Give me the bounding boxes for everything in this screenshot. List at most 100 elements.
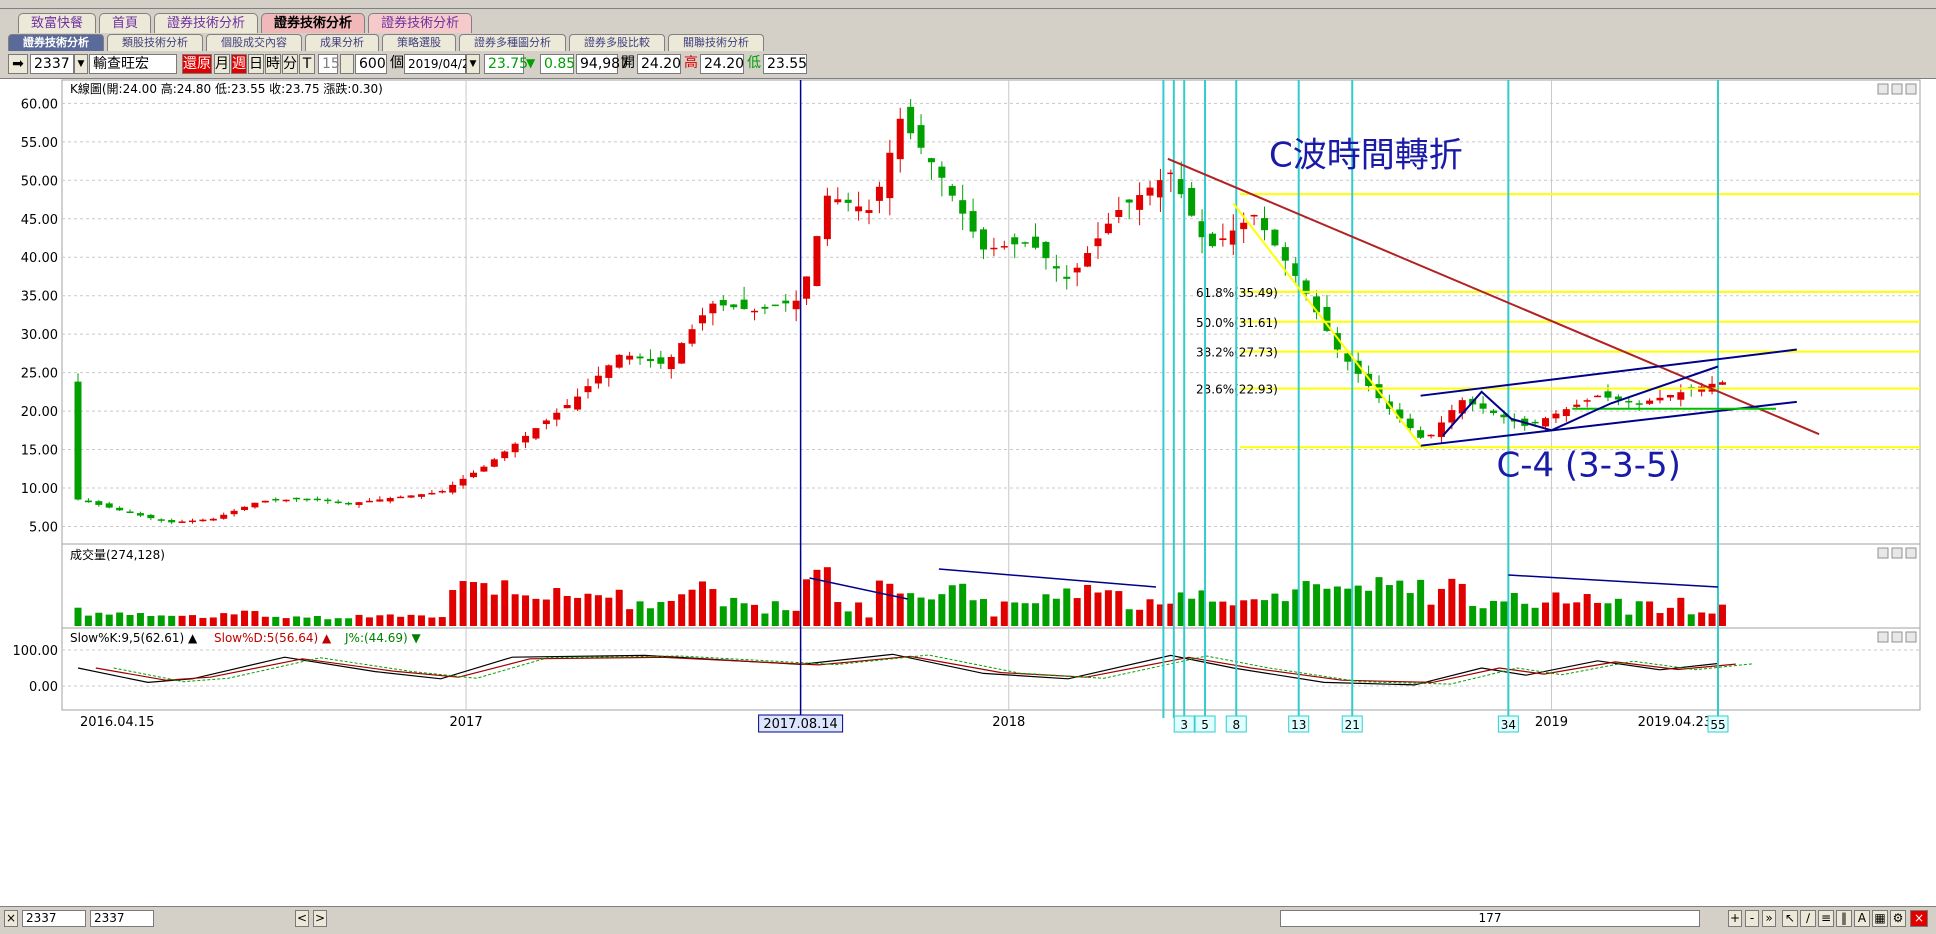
stock-chart[interactable]: 5.0010.0015.0020.0025.0030.0035.0040.004… [0,78,1936,906]
candle-down [334,501,342,504]
period-minute-button[interactable]: 分 [282,54,298,74]
volume-bar [1333,586,1341,626]
count-field[interactable]: 600 [355,54,387,74]
arrow-right-icon[interactable]: ➡ [8,54,28,74]
panel-3-minimize-icon [1877,631,1889,643]
annotation-2: C-4 (3-3-5) [1496,445,1680,485]
volume-bar [1271,593,1279,626]
volume-bar [1531,607,1539,626]
candle-up [615,354,623,368]
candle-down [293,497,301,500]
volume-bar [230,614,238,626]
date-select[interactable]: 2019/04/23 [404,54,477,74]
sub-tab-4[interactable]: 成果分析 [305,34,379,51]
volume-bar [1687,614,1695,626]
window-top-strip [0,0,1936,9]
date-dropdown-icon[interactable]: ▼ [466,54,480,74]
candle-up [386,498,394,502]
scroll-left-icon[interactable]: < [295,910,309,927]
sub-tab-7[interactable]: 證券多股比較 [569,34,665,51]
sub-tab-1[interactable]: 證券技術分析 [8,34,104,51]
sub-tab-6[interactable]: 證券多種圖分析 [459,34,566,51]
candle-down [95,501,103,505]
scroll-right-icon[interactable]: > [313,910,327,927]
sub-tab-3[interactable]: 個股成交內容 [206,34,302,51]
zoom-out-icon[interactable]: - [1745,910,1759,927]
volume-bar [168,615,176,626]
fib-tool-icon[interactable]: ≡ [1818,910,1834,927]
period-month-button[interactable]: 月 [214,54,230,74]
volume-bar [490,594,498,626]
volume-bar [1521,603,1529,626]
volume-bar [116,612,124,626]
volume-bar [1510,593,1518,626]
candle-down [1635,403,1643,405]
chevron-down-icon[interactable]: ▼ [74,54,88,74]
volume-bar [1437,588,1445,626]
interval-field[interactable]: 15 [318,54,340,74]
candle-up [459,478,467,486]
chart-area[interactable]: 5.00 10.00 15.00 20.00 25.00 30.00 35.00 40.00 4… [0,78,1936,906]
main-tab-4[interactable]: 證券技術分析 [261,13,366,33]
candle-down [147,514,155,519]
volume-bar [542,599,550,626]
period-hour-button[interactable]: 時 [265,54,281,74]
candle-up [709,303,717,314]
pointer-tool-icon[interactable]: ↖ [1782,910,1798,927]
volume-bar [251,611,259,626]
volume-bar [1000,601,1008,626]
main-tab-3[interactable]: 證券技術分析 [154,13,259,33]
volume-bar [95,612,103,626]
volume-bar [1500,601,1508,626]
candle-up [1136,195,1144,210]
candle-down [657,357,665,364]
volume-bar [574,597,582,626]
period-week-button[interactable]: 週 [231,54,247,74]
sub-tab-2[interactable]: 類股技術分析 [107,34,203,51]
volume-bar [1313,584,1321,626]
volume-bar [1063,588,1071,626]
volume-bar [1583,594,1591,626]
nav-right-icon[interactable]: » [1762,910,1776,927]
sub-tab-5[interactable]: 策略選股 [382,34,456,51]
volume-bar [365,617,373,626]
line-tool-icon[interactable]: ∕ [1800,910,1816,927]
settings-tool-icon[interactable]: ⚙ [1890,910,1906,927]
candle-up [1000,246,1008,248]
annotation-1: C波時間轉折 [1269,135,1463,175]
volume-bar [594,595,602,626]
text-tool-icon[interactable]: A [1854,910,1870,927]
clear-tool-icon[interactable]: × [1910,910,1928,927]
main-tab-1[interactable]: 致富快餐 [18,13,97,33]
zoom-in-icon[interactable]: + [1728,910,1742,927]
volume-bar [730,597,738,626]
close-small-icon[interactable]: × [4,910,18,927]
t-button[interactable]: T [299,54,315,74]
volume-bar [241,610,249,626]
channel-tool-icon[interactable]: ‖ [1836,910,1852,927]
candle-up [397,496,405,499]
volume-bar [834,602,842,626]
candle-down [116,507,124,511]
sub-tab-8[interactable]: 關聯技術分析 [668,34,764,51]
main-tab-2[interactable]: 首頁 [99,13,152,33]
volume-bar [1489,600,1497,626]
volume-bar [1666,607,1674,626]
main-tab-5[interactable]: 證券技術分析 [368,13,473,33]
last-price: 23.75 [484,54,528,74]
period-day-button[interactable]: 日 [248,54,264,74]
volume-bar [199,617,207,626]
volume-bar [855,602,863,626]
volume-bar [1562,603,1570,626]
horizontal-scrollbar[interactable]: 177 [1280,910,1700,927]
stock-code-input[interactable]: 2337 [30,54,74,74]
volume-bar [376,615,384,626]
candle-up [1677,392,1685,400]
volume-bar [261,616,269,626]
restore-button[interactable]: 還原 [182,54,212,74]
price-change: 0.85 [540,54,575,74]
grid-tool-icon[interactable]: ▦ [1872,910,1888,927]
checkbox-icon[interactable] [340,54,354,74]
price-tick-label: 15.00 [21,444,58,459]
high-price: 24.20 [700,54,744,74]
